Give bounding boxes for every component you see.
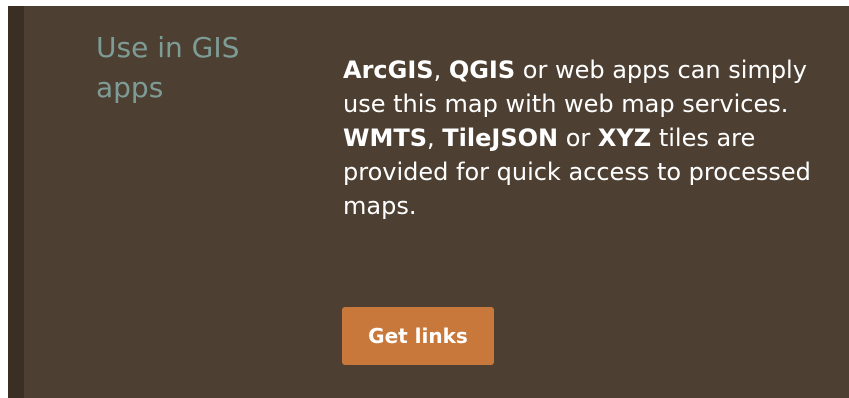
description-text: or [558,124,598,152]
section-title: Use in GIS apps [96,31,240,104]
description-text: , [427,124,443,152]
wmts-label: WMTS [343,124,428,152]
description-paragraph-2: WMTS, TileJSON or XYZ tiles are provided… [343,121,813,223]
gis-apps-panel: Use in GIS apps ArcGIS, QGIS or web apps… [24,6,849,398]
content-frame: Use in GIS apps ArcGIS, QGIS or web apps… [8,6,849,398]
xyz-label: XYZ [597,124,652,152]
section-description: ArcGIS, QGIS or web apps can simply use … [343,53,813,223]
qgis-label: QGIS [448,56,516,84]
tilejson-label: TileJSON [442,124,559,152]
arcgis-label: ArcGIS [343,56,434,84]
get-links-button[interactable]: Get links [342,307,494,365]
description-text: , [433,56,449,84]
description-paragraph-1: ArcGIS, QGIS or web apps can simply use … [343,53,813,121]
